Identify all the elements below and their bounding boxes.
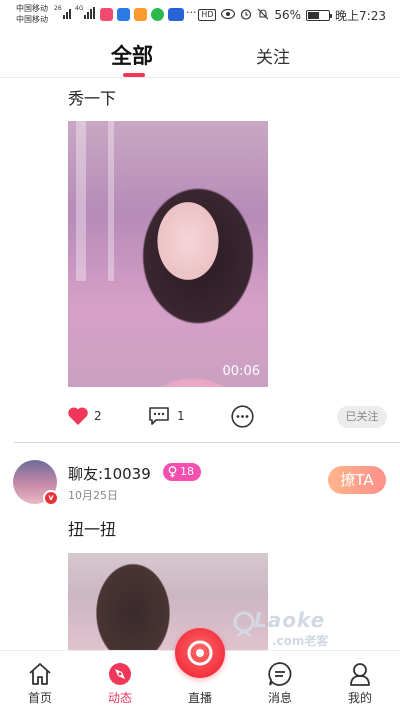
app-notification-icon [100,8,113,21]
watermark-logo-icon [233,611,255,637]
heart-icon [68,407,88,425]
alarm-icon [240,8,252,23]
signal-icon-2 [84,7,96,21]
live-button[interactable] [175,628,225,678]
watermark-sub: .com老客 [272,634,329,648]
app-notification-icon [168,8,184,21]
message-icon [268,662,292,686]
post-actions: 2 1 已关注 [0,402,400,432]
app-notification-icon [134,8,147,21]
comment-button[interactable] [148,406,170,430]
battery-fill [308,11,320,19]
nav-feed[interactable]: 动态 [80,651,160,711]
gender-age-badge: 18 [163,463,201,481]
top-tabs: 全部 关注 [0,30,400,78]
carrier-2: 中国移动 [16,15,48,24]
network-type-2: 4G [75,5,84,12]
video-duration: 00:06 [222,364,260,379]
carrier-1: 中国移动 [16,4,48,13]
post-divider [14,442,400,443]
eye-icon [221,8,236,22]
carrier-info: 中国移动 中国移动 [16,3,48,25]
username[interactable]: 聊友:10039 [68,463,151,484]
nav-label-live: 直播 [187,691,212,705]
network-type-1: 26 [54,5,62,12]
comment-count: 1 [177,409,185,423]
home-icon [29,663,51,685]
compass-icon [109,663,131,685]
female-icon [168,466,177,478]
tab-all[interactable]: 全部 [111,40,153,70]
post-text: 秀一下 [68,89,117,108]
followed-badge[interactable]: 已关注 [337,406,387,428]
vip-badge: v [43,490,59,506]
mute-bell-icon [257,8,269,23]
app-notification-icon [117,8,130,21]
post-date: 10月25日 [68,489,118,502]
background-pillar [76,121,86,281]
like-count: 2 [94,409,102,423]
nav-label-feed: 动态 [107,691,132,705]
nav-label-profile: 我的 [347,691,372,705]
clock: 晚上7:23 [335,8,386,23]
more-options-button[interactable] [231,405,254,432]
more-icon [231,405,254,428]
profile-icon [350,663,370,686]
hd-icon: HD [198,9,217,21]
post-text-2: 扭一扭 [68,520,117,539]
video-thumbnail[interactable]: 00:06 [68,121,268,387]
signal-icon [63,7,73,21]
age: 18 [180,465,194,478]
nav-label-messages: 消息 [267,691,292,705]
watermark: Laoke .com老客 [232,608,352,648]
live-camera-icon [187,640,213,666]
like-button[interactable] [67,406,89,430]
nav-profile[interactable]: 我的 [320,651,400,711]
nav-messages[interactable]: 消息 [240,651,320,711]
nav-home[interactable]: 首页 [0,651,80,711]
play-notification-icon [151,8,164,21]
flirt-button[interactable]: 撩TA [328,466,386,494]
more-notifications-icon: ··· [186,6,197,19]
status-right: HD 56% 晚上7:23 [198,7,386,23]
status-bar: 中国移动 中国移动 26 4G ··· HD 56% 晚上7:23 [0,0,400,30]
watermark-text: Laoke [254,608,326,632]
tab-following[interactable]: 关注 [256,43,290,68]
background-pillar [108,121,114,281]
nav-label-home: 首页 [27,691,52,705]
app-screen: 中国移动 中国移动 26 4G ··· HD 56% 晚上7:23 全部 关注 … [0,0,400,711]
battery-icon [306,9,333,21]
active-tab-indicator [123,73,145,77]
comment-icon [149,407,169,425]
battery-percent: 56% [274,8,302,22]
